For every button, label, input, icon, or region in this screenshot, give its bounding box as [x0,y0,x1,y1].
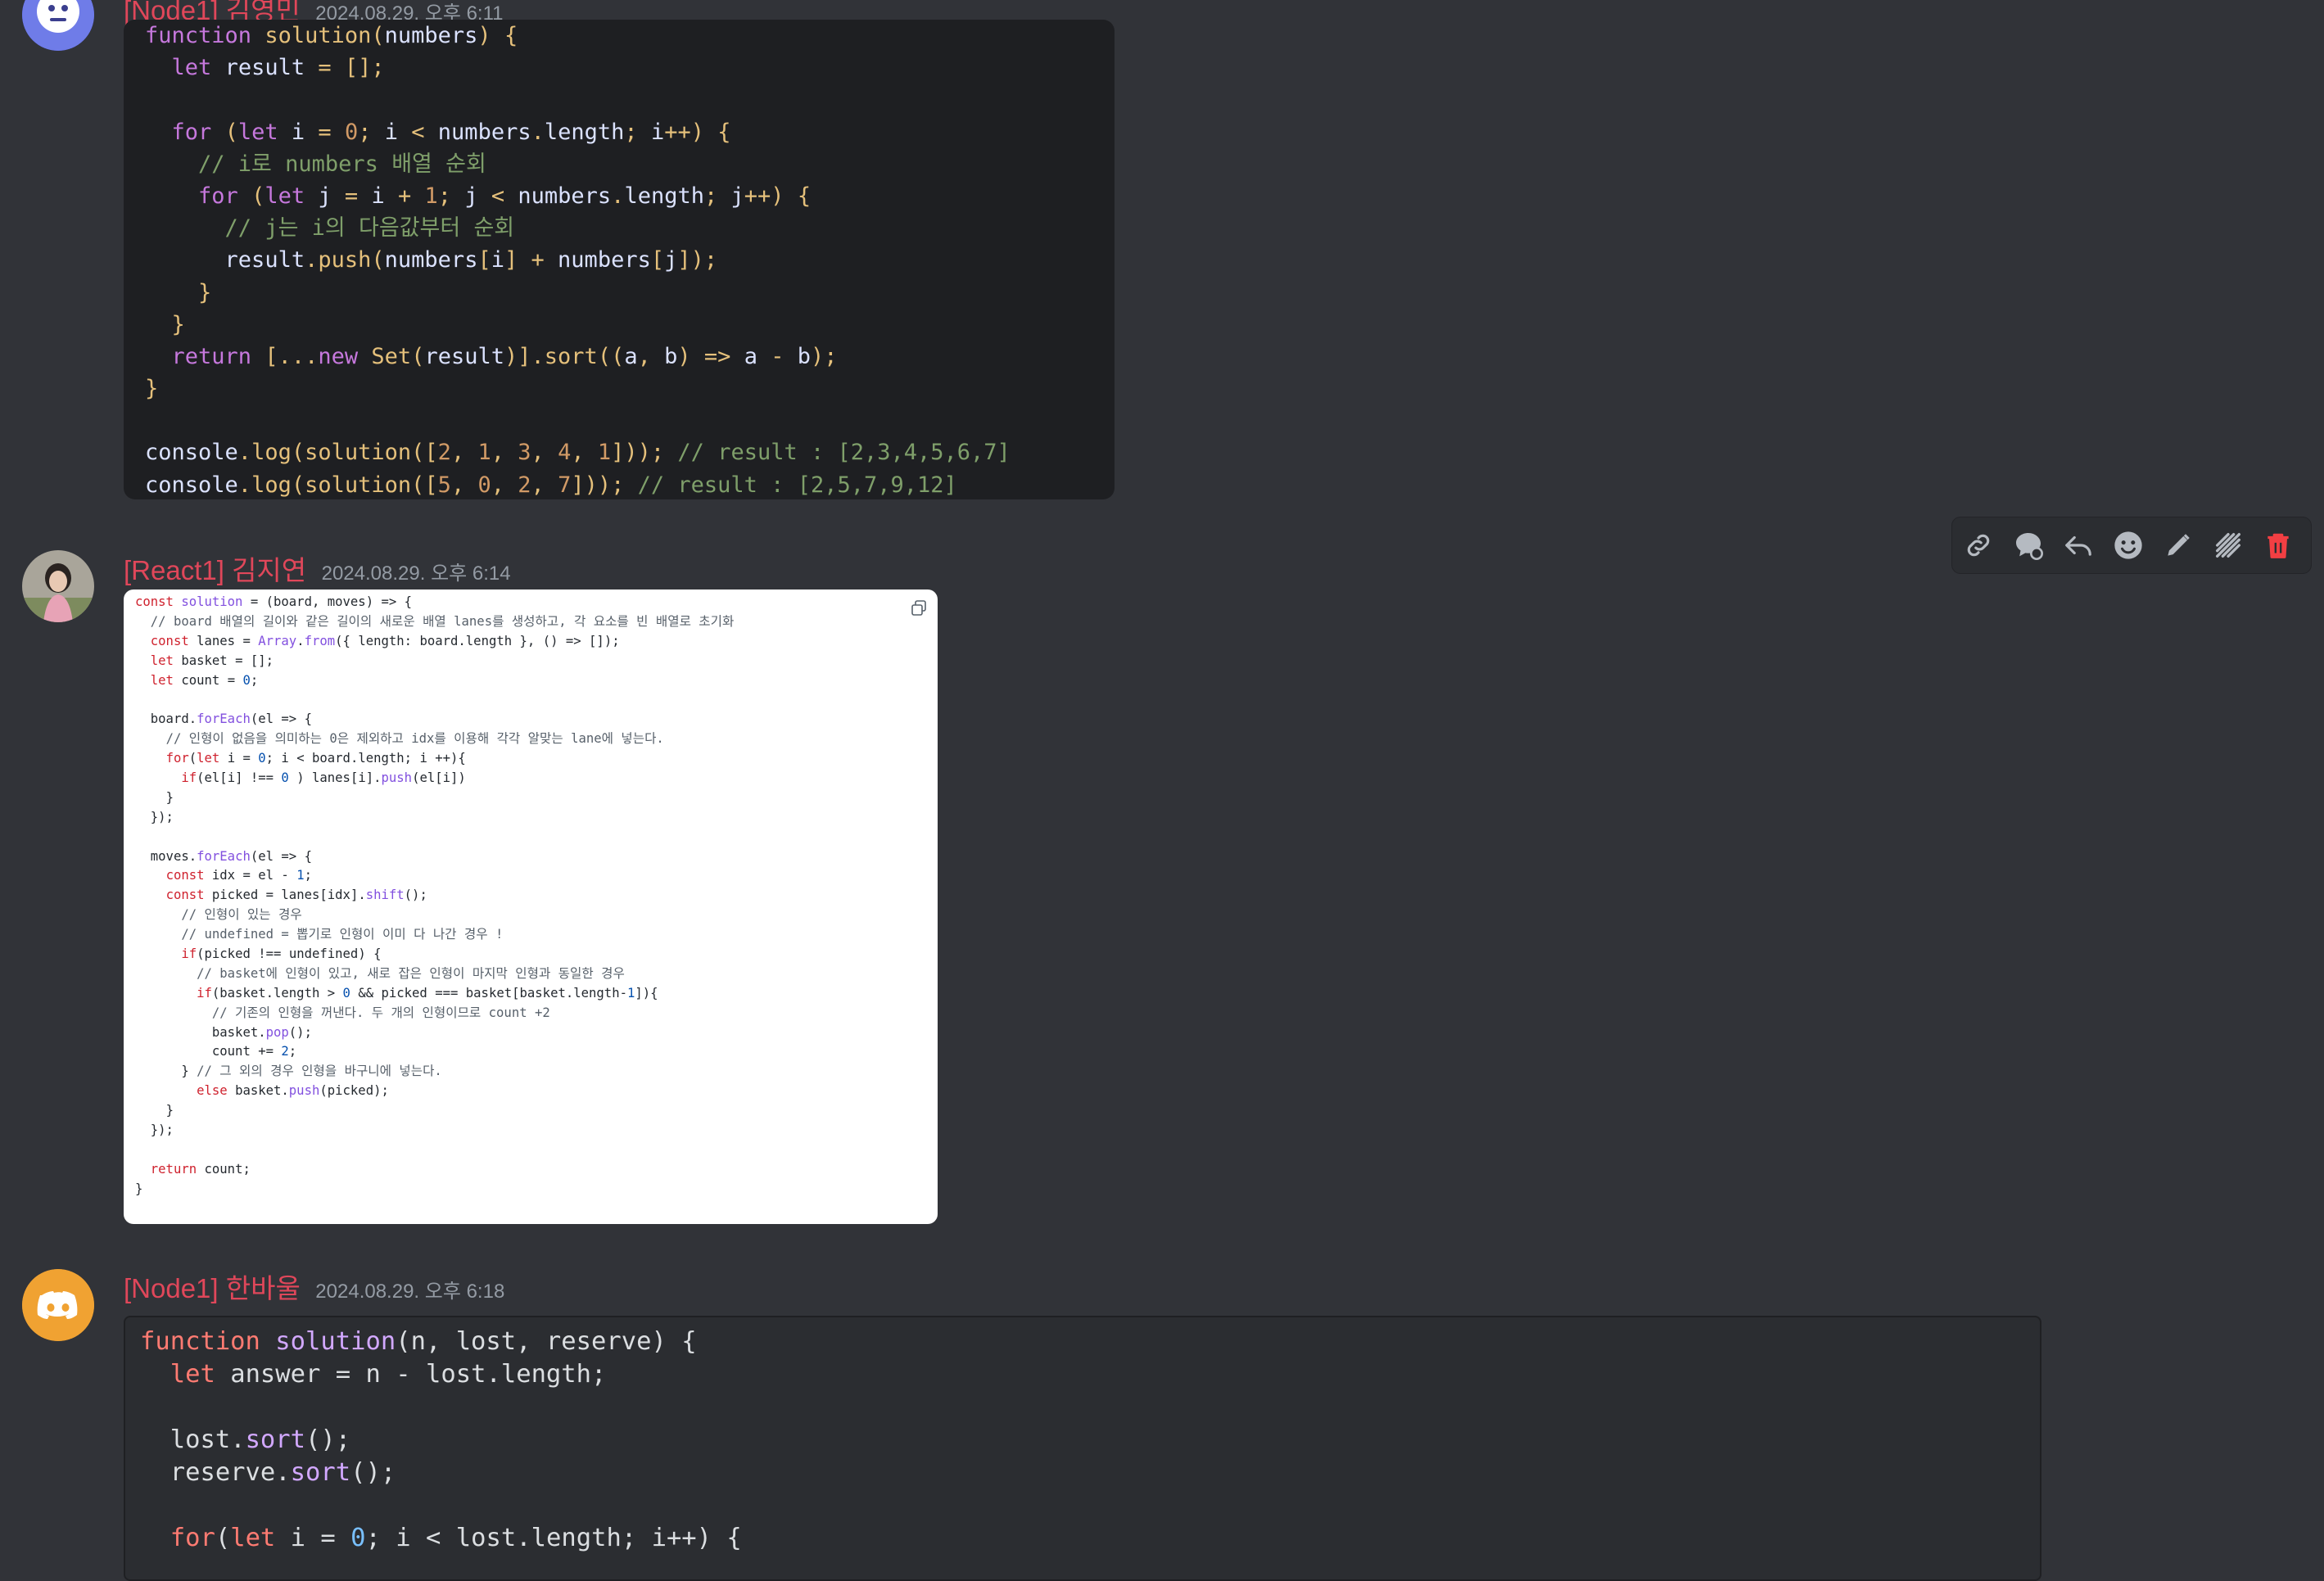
message-3: [Node1] 한바울 2024.08.29. 오후 6:18 function… [0,1240,2324,1581]
avatar[interactable] [22,1269,94,1341]
reply-button[interactable] [2060,527,2096,563]
code-line: function solution(numbers) { [145,23,518,48]
link-icon [1967,534,1990,557]
code-line: for(let i = 0; i < lost.length; i++) { [170,1524,742,1552]
code-line: // basket에 인형이 있고, 새로 잡은 인형이 마지막 인형과 동일한… [197,965,625,981]
code-block[interactable]: function solution(n, lost, reserve) { le… [124,1316,2041,1581]
code-line: // 인형이 없음을 의미하는 0은 제외하고 idx를 이용해 각각 알맞는 … [165,731,664,747]
delete-icon [2267,533,2289,558]
code-line: const picked = lanes[idx].shift(); [165,888,427,903]
code-line: // 인형이 있는 경우 [181,907,302,923]
code-line: // undefined = 뽑기로 인형이 이미 다 나간 경우 ! [181,927,504,942]
code-line: if(basket.length > 0 && picked === baske… [197,985,658,1001]
code-line: return [...new Set(result)].sort((a, b) … [171,343,838,369]
code-line: // 기존의 인형을 꺼낸다. 두 개의 인형이므로 count +2 [211,1005,550,1020]
code-line: const idx = el - 1; [165,868,312,883]
code-line: board.forEach(el => { [150,711,312,727]
code-line: return count; [150,1161,251,1177]
code-line: // board 배열의 길이와 같은 길이의 새로운 배열 lanes를 생성… [150,613,735,629]
code-line: // j는 i의 다음값부터 순회 [224,215,515,242]
code-line: } [165,1103,174,1118]
code-line: console.log(solution([2, 1, 3, 4, 1])); … [145,440,1011,466]
copy-icon[interactable] [910,599,928,617]
code-line: basket.pop(); [211,1024,312,1040]
toggle-strike-icon [2216,533,2240,558]
code-line: moves.forEach(el => { [150,848,312,864]
code-line: } [165,789,174,805]
code-line: } [135,1181,143,1196]
code-line: for (let i = 0; i < numbers.length; i++)… [171,119,731,145]
code-line: result.push(numbers[i] + numbers[j]); [224,247,718,273]
code-line: }); [150,1123,174,1138]
create-thread-button[interactable] [2010,527,2046,563]
delete-button[interactable] [2260,527,2296,563]
emoji-icon [2114,531,2142,559]
message-2: [React1] 김지연 2024.08.29. 오후 6:14 const s… [0,516,2324,1232]
code-line: console.log(solution([5, 0, 2, 7])); // … [145,472,957,498]
avatar-thinking-icon [22,0,94,51]
code-line: // i로 numbers 배열 순회 [198,151,486,177]
toggle-strike-button[interactable] [2210,527,2246,563]
message-actions-toolbar [1952,517,2311,573]
avatar-photo-icon [22,550,94,622]
username[interactable]: [Node1] 한바울 [124,1273,301,1303]
code-line: for(let i = 0; i < board.length; i ++){ [165,751,466,766]
code-line: } [198,279,212,305]
code-line: function solution(n, lost, reserve) { [140,1327,697,1356]
code-line: else basket.push(picked); [197,1083,389,1099]
code-line: let count = 0; [150,672,259,688]
copy-link-button[interactable] [1960,527,1996,563]
message-1: [Node1] 김영민 2024.08.29. 오후 6:11 function… [0,0,2324,508]
code-line: let basket = []; [150,653,274,668]
code-line: }); [150,809,174,824]
code-image[interactable]: function solution(numbers) { let result … [124,20,1115,499]
message-header: [React1] 김지연 2024.08.29. 오후 6:14 [124,549,511,588]
edit-button[interactable] [2160,527,2196,563]
message-header: [Node1] 한바울 2024.08.29. 오후 6:18 [124,1267,504,1306]
reply-icon [2065,535,2091,556]
code-line: let result = []; [171,55,385,81]
code-line: const lanes = Array.from({ length: board… [150,633,620,648]
code-line: count += 2; [211,1044,297,1059]
add-reaction-button[interactable] [2110,527,2146,563]
thread-icon [2016,533,2043,560]
code-line: } [171,311,185,337]
username[interactable]: [React1] 김지연 [124,555,306,585]
avatar[interactable] [22,550,94,622]
timestamp: 2024.08.29. 오후 6:18 [315,1281,505,1303]
code-line: if(el[i] !== 0 ) lanes[i].push(el[i]) [181,770,466,786]
code-line: } // 그 외의 경우 인형을 바구니에 넣는다. [181,1064,442,1079]
avatar[interactable] [22,0,94,51]
code-line: let answer = n - lost.length; [170,1360,607,1389]
code-line: const solution = (board, moves) => { [135,594,413,609]
code-line: for (let j = i + 1; j < numbers.length; … [198,183,812,209]
code-line: } [145,376,159,402]
discord-default-avatar-icon [22,1269,94,1341]
code-image[interactable]: const solution = (board, moves) => { // … [124,589,938,1224]
code-line: reserve.sort(); [170,1458,396,1487]
timestamp: 2024.08.29. 오후 6:14 [321,562,511,585]
code-line: if(picked !== undefined) { [181,946,382,962]
code-line: lost.sort(); [170,1425,351,1454]
edit-icon [2168,534,2190,556]
